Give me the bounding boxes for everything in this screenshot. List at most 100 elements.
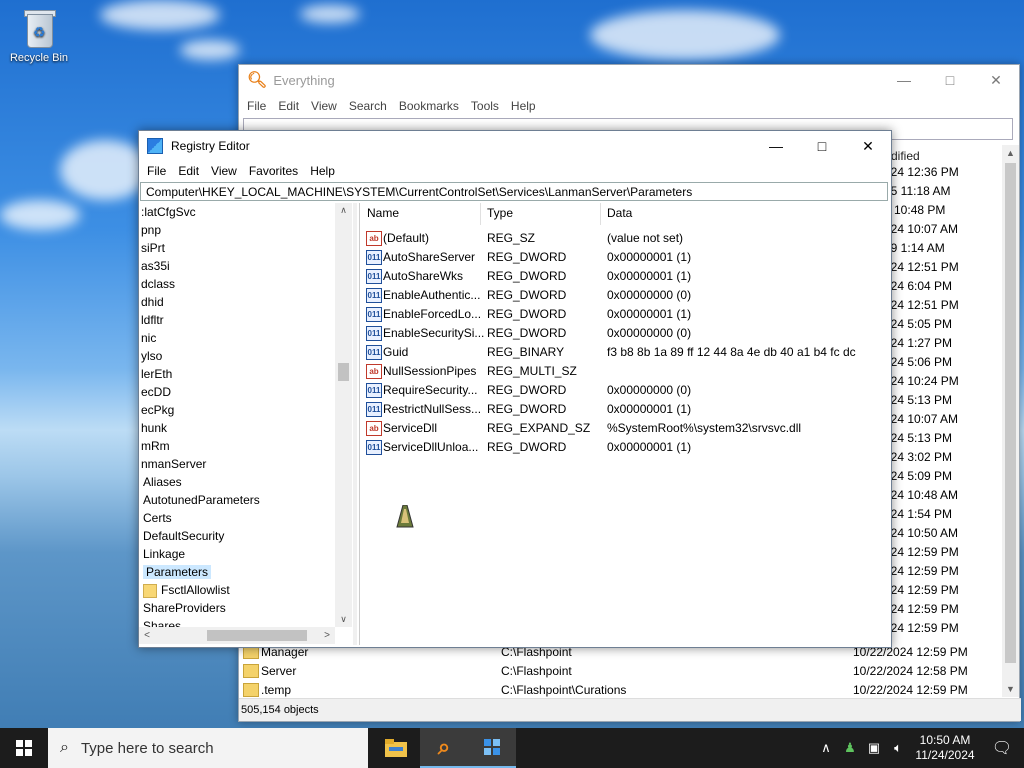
scroll-down-arrow-icon[interactable]: ∨ <box>335 612 352 627</box>
scroll-down-arrow-icon[interactable]: ▼ <box>1002 681 1019 697</box>
taskbar-everything[interactable]: ⌕ <box>420 728 468 768</box>
tree-item[interactable]: Parameters <box>143 563 212 581</box>
value-row[interactable]: 011 EnableAuthentic... REG_DWORD 0x00000000… <box>360 286 890 305</box>
tree-item[interactable]: dclass <box>141 275 175 293</box>
menu-bookmarks[interactable]: Bookmarks <box>393 99 465 113</box>
list-item[interactable]: .temp C:\Flashpoint\Curations 10/22/2024… <box>239 680 999 699</box>
everything-menubar: File Edit View Search Bookmarks Tools He… <box>239 95 1019 117</box>
menu-favorites[interactable]: Favorites <box>243 164 304 178</box>
binary-value-icon: 011 <box>366 383 382 398</box>
minimize-button[interactable]: — <box>881 65 927 95</box>
binary-value-icon: 011 <box>366 288 382 303</box>
user-icon[interactable]: ♟ <box>838 740 862 756</box>
date-modified-cell: 024 12:59 PM <box>884 545 959 559</box>
tree-item[interactable]: nic <box>141 329 156 347</box>
value-row[interactable]: ab (Default) REG_SZ (value not set) <box>360 229 890 248</box>
cloud <box>300 5 360 23</box>
tree-vertical-scrollbar[interactable]: ∧ ∨ <box>335 203 352 627</box>
tree-horizontal-scrollbar[interactable]: < > <box>139 627 335 644</box>
column-header-type[interactable]: Type <box>487 206 513 220</box>
scroll-thumb[interactable] <box>207 630 307 641</box>
menu-view[interactable]: View <box>305 99 343 113</box>
menu-view[interactable]: View <box>205 164 243 178</box>
address-bar[interactable]: Computer\HKEY_LOCAL_MACHINE\SYSTEM\Curre… <box>140 182 888 201</box>
date-modified-cell: 024 12:36 PM <box>884 165 959 179</box>
volume-icon[interactable]: 🔈︎ <box>886 740 910 756</box>
tree-item[interactable]: as35i <box>141 257 170 275</box>
value-data: 0x00000001 (1) <box>607 440 692 454</box>
tree-item[interactable]: pnp <box>141 221 161 239</box>
value-row[interactable]: 011 EnableForcedLo... REG_DWORD 0x00000001 … <box>360 305 890 324</box>
registry-values-list[interactable]: Name Type Data ab (Default) REG_SZ (value n… <box>359 203 890 645</box>
start-button[interactable] <box>0 728 48 768</box>
value-row[interactable]: 011 RestrictNullSess... REG_DWORD 0x0000000… <box>360 400 890 419</box>
tree-item[interactable]: ecPkg <box>141 401 174 419</box>
value-row[interactable]: ab ServiceDll REG_EXPAND_SZ %SystemRoot%\sy… <box>360 419 890 438</box>
menu-file[interactable]: File <box>241 99 272 113</box>
list-item[interactable]: Server C:\Flashpoint 10/22/2024 12:58 PM <box>239 661 999 680</box>
menu-edit[interactable]: Edit <box>172 164 205 178</box>
menu-tools[interactable]: Tools <box>465 99 505 113</box>
maximize-button[interactable]: □ <box>799 131 845 161</box>
tree-item[interactable]: ylso <box>141 347 162 365</box>
tree-item[interactable]: FsctlAllowlist <box>143 581 230 599</box>
tree-item[interactable]: AutotunedParameters <box>143 491 260 509</box>
chevron-up-icon[interactable]: ∧ <box>814 740 838 756</box>
value-row[interactable]: 011 EnableSecuritySi... REG_DWORD 0x0000000… <box>360 324 890 343</box>
tree-item[interactable]: :latCfgSvc <box>141 203 196 221</box>
registry-editor-window[interactable]: Registry Editor — □ ✕ File Edit View Fav… <box>138 130 892 648</box>
value-row[interactable]: 011 ServiceDllUnloa... REG_DWORD 0x00000001… <box>360 438 890 457</box>
scroll-right-arrow-icon[interactable]: > <box>319 627 335 644</box>
date-modified-cell: 024 12:59 PM <box>884 621 959 635</box>
value-row[interactable]: 011 AutoShareServer REG_DWORD 0x00000001 (1… <box>360 248 890 267</box>
tree-item[interactable]: Certs <box>143 509 172 527</box>
scroll-up-arrow-icon[interactable]: ∧ <box>335 203 352 218</box>
tree-item[interactable]: Linkage <box>143 545 185 563</box>
maximize-button[interactable]: □ <box>927 65 973 95</box>
tree-item[interactable]: ShareProviders <box>143 599 226 617</box>
menu-search[interactable]: Search <box>343 99 393 113</box>
column-header-data[interactable]: Data <box>607 206 632 220</box>
tree-item[interactable]: siPrt <box>141 239 165 257</box>
binary-value-icon: 011 <box>366 326 382 341</box>
registry-key-tree[interactable]: :latCfgSvc pnp siPrt as35i dclass dhid ldfltr n… <box>139 203 357 645</box>
tree-item[interactable]: lerEth <box>141 365 172 383</box>
scroll-thumb[interactable] <box>1005 163 1016 663</box>
value-row[interactable]: 011 RequireSecurity... REG_DWORD 0x00000000… <box>360 381 890 400</box>
tree-item[interactable]: ecDD <box>141 383 171 401</box>
value-row[interactable]: ab NullSessionPipes REG_MULTI_SZ <box>360 362 890 381</box>
menu-file[interactable]: File <box>141 164 172 178</box>
tree-item[interactable]: ldfltr <box>141 311 164 329</box>
tree-item[interactable]: hunk <box>141 419 167 437</box>
tree-item[interactable]: Aliases <box>143 473 182 491</box>
close-button[interactable]: ✕ <box>973 65 1019 95</box>
clock[interactable]: 10:50 AM 11/24/2024 <box>910 733 980 763</box>
menu-help[interactable]: Help <box>505 99 542 113</box>
taskbar-registry-editor[interactable] <box>468 728 516 768</box>
value-row[interactable]: 011 AutoShareWks REG_DWORD 0x00000001 (1) <box>360 267 890 286</box>
minimize-button[interactable]: — <box>753 131 799 161</box>
tree-item[interactable]: mRm <box>141 437 170 455</box>
notifications-icon[interactable]: 🗨︎ <box>980 738 1024 758</box>
scroll-thumb[interactable] <box>338 363 349 381</box>
recycle-bin-desktop-icon[interactable]: ♻ Recycle Bin <box>6 6 72 64</box>
taskbar-search-input[interactable]: ⌕ Type here to search <box>48 728 368 768</box>
cloud <box>60 140 150 200</box>
column-header-name[interactable]: Name <box>367 206 399 220</box>
network-icon[interactable]: ▣ <box>862 740 886 756</box>
menu-edit[interactable]: Edit <box>272 99 305 113</box>
tree-item[interactable]: dhid <box>141 293 164 311</box>
regedit-logo-icon <box>147 138 163 154</box>
close-button[interactable]: ✕ <box>845 131 891 161</box>
tree-item-label: FsctlAllowlist <box>161 583 230 597</box>
scroll-left-arrow-icon[interactable]: < <box>139 627 155 644</box>
tree-item[interactable]: DefaultSecurity <box>143 527 224 545</box>
vertical-scrollbar[interactable]: ▲ ▼ <box>1002 145 1019 697</box>
menu-help[interactable]: Help <box>304 164 341 178</box>
binary-value-icon: 011 <box>366 269 382 284</box>
value-row[interactable]: 011 Guid REG_BINARY f3 b8 8b 1a 89 ff 12 44… <box>360 343 890 362</box>
scroll-up-arrow-icon[interactable]: ▲ <box>1002 145 1019 161</box>
tree-item[interactable]: nmanServer <box>141 455 206 473</box>
taskbar-file-explorer[interactable] <box>372 728 420 768</box>
column-header-date-modified[interactable]: dified <box>891 149 920 163</box>
